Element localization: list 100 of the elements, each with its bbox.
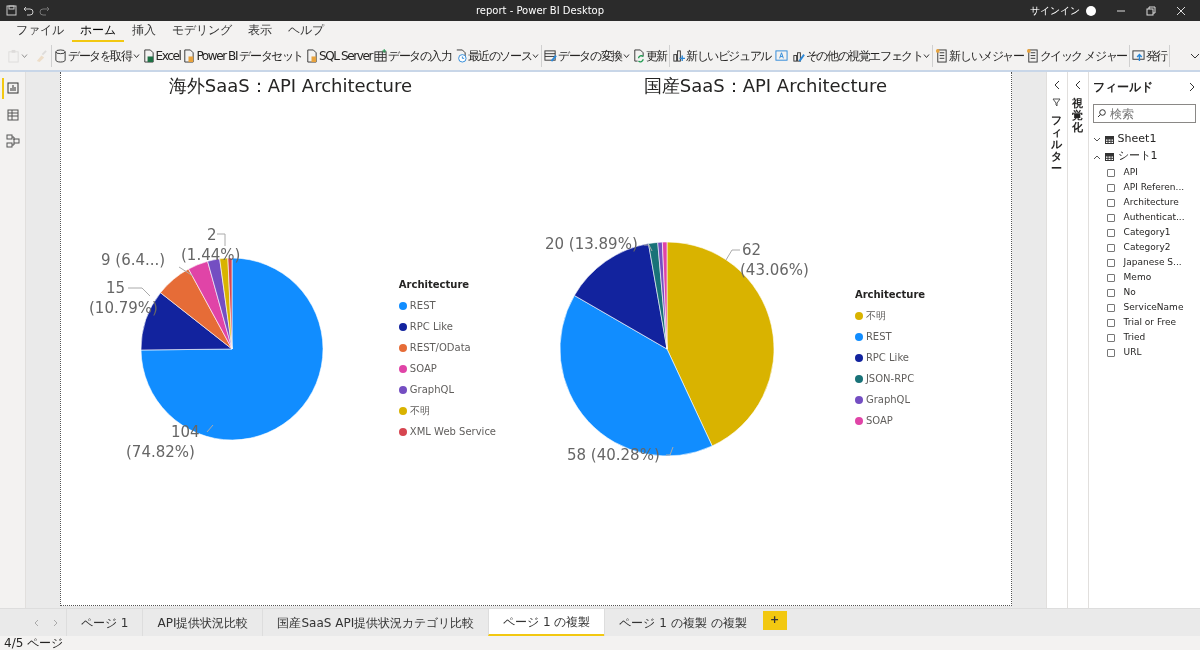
caret-icon [21,52,28,60]
ribbon-button[interactable]: Power BI データセット [181,45,305,67]
ribbon-button[interactable]: 発行 [1130,45,1169,67]
checkbox[interactable] [1106,288,1115,297]
menu-tab[interactable]: ホーム [72,23,124,42]
legend-label: 不明 [865,309,886,323]
leader-line [206,424,214,433]
checkbox[interactable] [1106,228,1115,237]
chart-title: 海外SaaS：API Architecture [167,74,414,98]
checkbox[interactable] [1106,168,1115,177]
table-name[interactable]: シート1 [1117,148,1158,165]
caret-icon [532,52,540,60]
ribbon-button[interactable]: SQL Server [304,45,373,67]
checkbox[interactable] [1106,333,1115,342]
table-edit-icon [544,49,558,63]
menu-tab[interactable]: ヘルプ [280,23,332,42]
field-name[interactable]: Authenticat... [1123,210,1185,225]
calculator-icon [1025,49,1039,63]
sign-in-button[interactable]: サインイン [1030,3,1080,18]
menu-tab[interactable]: ファイル [8,23,72,42]
undo-icon[interactable] [22,5,34,16]
table-icon [6,107,21,122]
field-name[interactable]: Memo [1123,270,1152,285]
redo-icon[interactable] [39,5,50,16]
leader-line [178,266,194,277]
save-icon[interactable] [6,5,17,16]
leader-line [216,233,226,247]
collapse-icon[interactable] [1073,80,1082,90]
account-icon[interactable] [1086,5,1096,16]
checkbox[interactable] [1106,243,1115,252]
checkbox[interactable] [1106,198,1115,207]
checkbox[interactable] [1106,258,1115,267]
ribbon-button[interactable]: 最近のソース [452,45,541,67]
ribbon-button[interactable]: その他の視覚エフェクト [790,45,932,67]
restore-icon[interactable] [1146,5,1156,16]
checkbox[interactable] [1106,183,1115,192]
field-name[interactable]: Trial or Free [1123,315,1177,330]
search-icon [1096,109,1106,118]
expand-pane-icon[interactable] [1188,82,1196,92]
ribbon-button[interactable]: 新しいビジュアル [671,45,772,67]
checkbox[interactable] [1106,348,1115,357]
page-tab[interactable]: ページ 1 の複製 [488,609,605,636]
field-name[interactable]: URL [1123,345,1142,360]
leader-line [127,287,151,297]
filters-pane-label[interactable]: フィルター [1051,115,1063,176]
field-name[interactable]: Japanese S... [1123,255,1182,270]
legend-label: GraphQL [865,393,910,407]
ribbon-button[interactable]: 更新 [630,45,669,67]
checkbox[interactable] [1106,213,1115,222]
ribbon-button[interactable]: 新しいメジャー [934,45,1025,67]
ribbon-button[interactable]: データを取得 [53,45,141,67]
search-field[interactable]: 検索 [1092,104,1196,123]
field-name[interactable]: ServiceName [1123,300,1184,315]
menu-tab[interactable]: モデリング [164,23,240,42]
field-name[interactable]: Architecture [1123,195,1179,210]
checkbox[interactable] [1106,318,1115,327]
menu-tab[interactable]: 挿入 [124,23,164,42]
add-page-button[interactable]: + [762,611,787,630]
expand-chevron-icon[interactable] [1092,136,1101,143]
table-icon [1104,152,1114,161]
brush-icon [34,49,47,63]
model-icon [6,134,21,148]
pie-slice[interactable] [661,241,668,350]
field-name[interactable]: Category1 [1123,225,1171,240]
report-icon [6,81,21,95]
ribbon-button[interactable]: Excel [140,45,182,67]
ribbon-button[interactable]: データの変換 [543,45,631,67]
text-box-icon [774,49,788,63]
collapse-chevron-icon[interactable] [1092,153,1101,160]
legend-title: Architecture [398,278,471,292]
legend-label: SOAP [409,362,437,376]
caret-icon [622,52,630,60]
ribbon-button[interactable]: データの入力 [373,45,453,67]
field-name[interactable]: API Referen... [1123,180,1185,195]
field-name[interactable]: No [1123,285,1136,300]
checkbox[interactable] [1106,303,1115,312]
table-name[interactable]: Sheet1 [1117,131,1157,148]
legend-label: SOAP [865,414,893,428]
legend-label: RPC Like [865,351,909,365]
collapse-icon[interactable] [1052,80,1061,90]
checkbox[interactable] [1106,273,1115,282]
legend-label: REST [409,299,436,313]
close-icon[interactable] [1176,5,1186,16]
menu-tab[interactable]: 表示 [240,23,280,42]
field-name[interactable]: API [1123,165,1138,180]
data-label: 58 (40.28%) [566,446,660,464]
field-name[interactable]: Tried [1123,330,1146,345]
expand-icon[interactable] [1190,52,1200,60]
filter-icon [1052,98,1062,107]
ribbon-button[interactable]: クイック メジャー [1024,45,1128,67]
pie-slice[interactable] [160,268,233,350]
legend-label: XML Web Service [409,425,497,439]
caret-icon [923,52,931,60]
leader-line [643,244,653,252]
pie-slice[interactable] [188,261,233,350]
field-name[interactable]: Category2 [1123,240,1171,255]
data-label: 104 [170,423,200,441]
clipboard-icon [7,49,20,63]
data-label: (1.44%) [180,246,241,264]
visualizations-pane-label[interactable]: 視覚化 [1072,98,1084,135]
